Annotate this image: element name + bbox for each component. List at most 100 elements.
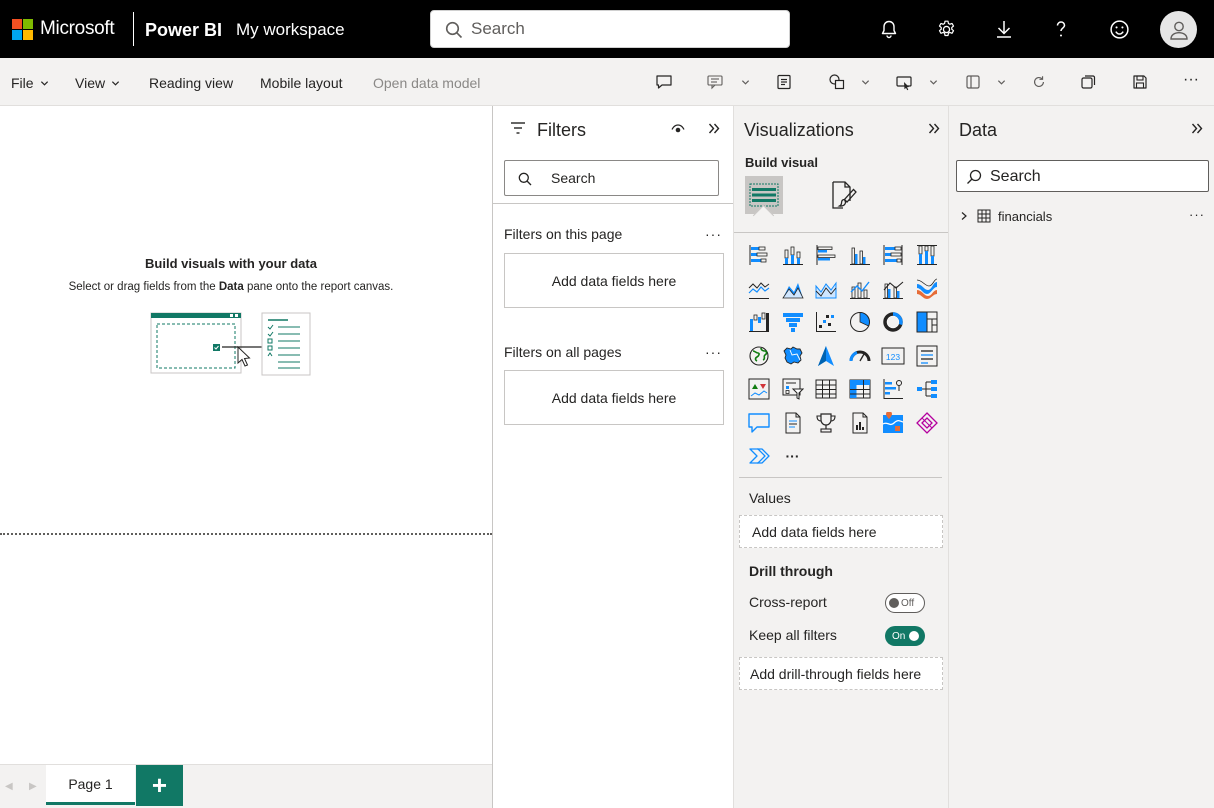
smiley-icon[interactable] [1106,16,1132,42]
multi-row-card-icon[interactable] [914,343,940,369]
mobile-layout-button[interactable]: Mobile layout [260,75,343,91]
help-icon[interactable] [1048,16,1074,42]
chevron-right-icon[interactable] [959,211,969,221]
filled-map-icon[interactable] [780,343,806,369]
card-icon[interactable]: 123 [880,343,906,369]
table-more-button[interactable]: ··· [1189,207,1205,222]
filters-on-all-pages-label: Filters on all pages [504,344,622,360]
comment-icon[interactable] [655,73,673,91]
collapse-data-icon[interactable] [1191,123,1203,134]
metrics-goals-icon[interactable] [813,410,839,436]
bell-icon[interactable] [876,16,902,42]
page-tab-page-1[interactable]: Page 1 [46,765,135,805]
filters-all-pages-more-button[interactable]: ··· [705,344,722,360]
chevron-down-icon[interactable] [996,77,1006,87]
smart-narrative-icon[interactable] [706,73,724,91]
line-and-stacked-column-chart-icon[interactable] [847,276,873,302]
100-stacked-bar-chart-icon[interactable] [880,242,906,268]
scroll-left-icon[interactable]: ◀ [5,781,13,792]
key-influencers-icon[interactable] [880,376,906,402]
microsoft-logo-icon[interactable] [12,19,33,40]
report-canvas[interactable]: Build visuals with your data Select or d… [0,106,492,764]
stacked-column-chart-icon[interactable] [780,242,806,268]
area-chart-icon[interactable] [780,276,806,302]
gauge-icon[interactable] [847,343,873,369]
keep-all-filters-label: Keep all filters [749,627,837,643]
add-page-button[interactable]: + [136,765,183,806]
slicer-icon[interactable] [780,376,806,402]
chevron-down-icon[interactable] [860,77,870,87]
filters-page-drop-well[interactable]: Add data fields here [504,253,724,308]
filter-icon [511,122,525,134]
build-visual-tab[interactable] [745,176,783,214]
ribbon-chart-icon[interactable] [914,276,940,302]
gear-icon[interactable] [933,16,959,42]
clustered-column-chart-icon[interactable] [847,242,873,268]
reading-view-button[interactable]: Reading view [149,75,233,91]
more-visuals-button[interactable]: ··· [780,443,806,469]
values-drop-well[interactable]: Add data fields here [739,515,943,548]
product-name[interactable]: Power BI [145,20,222,41]
stacked-area-chart-icon[interactable] [813,276,839,302]
100-stacked-column-chart-icon[interactable] [914,242,940,268]
table-row[interactable]: financials ··· [959,206,1211,226]
filters-search-input[interactable] [551,170,701,186]
line-and-clustered-column-chart-icon[interactable] [880,276,906,302]
duplicate-icon[interactable] [1079,73,1097,91]
line-chart-icon[interactable] [746,276,772,302]
filters-page-more-button[interactable]: ··· [705,226,722,242]
save-icon[interactable] [1131,73,1149,91]
open-data-model-button[interactable]: Open data model [373,75,480,91]
decomposition-tree-icon[interactable] [914,376,940,402]
map-icon[interactable] [746,343,772,369]
global-search-input[interactable] [471,18,771,40]
avatar[interactable] [1160,11,1197,48]
funnel-chart-icon[interactable] [780,309,806,335]
brand-name[interactable]: Microsoft [40,18,115,40]
donut-chart-icon[interactable] [880,309,906,335]
shapes-icon[interactable] [828,73,846,91]
refresh-icon[interactable] [1030,73,1048,91]
power-apps-icon[interactable] [914,410,940,436]
filters-search[interactable] [504,160,719,196]
collapse-filters-icon[interactable] [708,123,720,134]
drill-through-drop-well[interactable]: Add drill-through fields here [739,657,943,690]
view-menu[interactable]: View [75,75,120,91]
chevron-down-icon[interactable] [740,77,750,87]
clustered-bar-chart-icon[interactable] [813,242,839,268]
arcgis-map-icon[interactable] [880,410,906,436]
kpi-icon[interactable] [746,376,772,402]
buttons-icon[interactable] [895,73,913,91]
collapse-visualizations-icon[interactable] [928,123,940,134]
search-icon [518,172,532,186]
smart-narrative-visual-icon[interactable] [780,410,806,436]
azure-map-icon[interactable] [813,343,839,369]
pie-chart-icon[interactable] [847,309,873,335]
data-search-input[interactable] [990,168,1190,186]
qa-icon[interactable] [746,410,772,436]
global-search[interactable] [430,10,790,48]
workspace-name[interactable]: My workspace [236,20,345,40]
visual-type-gallery: 123 ··· [746,242,946,477]
stacked-bar-chart-icon[interactable] [746,242,772,268]
paginated-report-icon[interactable] [847,410,873,436]
data-search[interactable] [956,160,1209,192]
matrix-icon[interactable] [847,376,873,402]
format-visual-tab[interactable] [824,176,862,214]
file-menu[interactable]: File [11,75,49,91]
cross-report-toggle[interactable]: Off [885,593,925,613]
power-automate-icon[interactable] [746,443,772,469]
chevron-down-icon[interactable] [928,77,938,87]
eye-icon[interactable] [671,124,685,134]
visual-interactions-icon[interactable] [964,73,982,91]
text-box-icon[interactable] [775,73,793,91]
scatter-chart-icon[interactable] [813,309,839,335]
treemap-icon[interactable] [914,309,940,335]
table-icon[interactable] [813,376,839,402]
keep-all-filters-toggle[interactable]: On [885,626,925,646]
scroll-right-icon[interactable]: ▶ [29,781,37,792]
waterfall-chart-icon[interactable] [746,309,772,335]
more-options-button[interactable]: ··· [1183,71,1199,89]
download-icon[interactable] [991,16,1017,42]
filters-all-pages-drop-well[interactable]: Add data fields here [504,370,724,425]
